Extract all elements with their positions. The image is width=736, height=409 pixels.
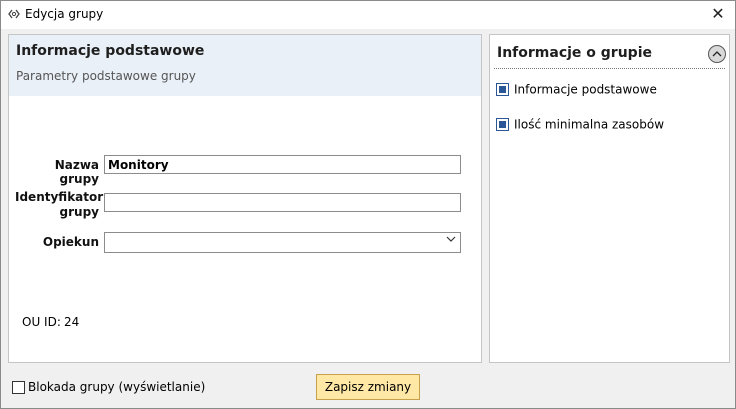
chevron-up-icon[interactable]: [708, 45, 726, 63]
chevron-down-icon[interactable]: [446, 234, 456, 247]
title-bar: Edycja grupy ✕: [1, 1, 735, 29]
footer-bar: Blokada grupy (wyświetlanie) Zapisz zmia…: [1, 369, 735, 408]
checkbox-icon[interactable]: [496, 118, 509, 131]
group-icon: [7, 7, 21, 21]
group-name-label: Nazwa grupy: [54, 158, 99, 186]
dialog-window: Edycja grupy ✕ Informacje podstawowe Par…: [0, 0, 736, 409]
group-name-input[interactable]: [104, 155, 461, 174]
nav-item-min-resources[interactable]: Ilość minimalna zasobów: [496, 117, 664, 132]
nav-item-label: Informacje podstawowe: [514, 82, 657, 97]
close-icon[interactable]: ✕: [707, 4, 729, 24]
group-identifier-input[interactable]: [104, 193, 461, 212]
group-info-title: Informacje o grupie: [497, 45, 652, 61]
basic-info-subtitle: Parametry podstawowe grupy: [16, 69, 196, 83]
group-info-panel: Informacje o grupie Informacje podstawow…: [489, 34, 730, 363]
block-group-checkbox[interactable]: [12, 381, 25, 394]
guardian-select[interactable]: [104, 232, 461, 253]
ou-id-label: OU ID:: [22, 315, 61, 329]
identifier-label-line2: grupy: [59, 205, 99, 219]
basic-info-header: Informacje podstawowe Parametry podstawo…: [9, 35, 481, 96]
save-button[interactable]: Zapisz zmiany: [316, 374, 420, 400]
guardian-label: Opiekun: [42, 235, 99, 249]
block-group-label[interactable]: Blokada grupy (wyświetlanie): [28, 380, 205, 394]
identifier-label-line1: Identyfikator: [15, 190, 104, 204]
basic-info-panel: Informacje podstawowe Parametry podstawo…: [8, 34, 482, 363]
ou-id-value: 24: [64, 315, 80, 329]
checkbox-icon[interactable]: [496, 83, 509, 96]
identifier-label: Identyfikator grupy: [15, 190, 103, 220]
window-title: Edycja grupy: [25, 7, 104, 21]
basic-info-title: Informacje podstawowe: [16, 43, 205, 59]
header-divider: [494, 68, 725, 69]
nav-item-basic-info[interactable]: Informacje podstawowe: [496, 82, 657, 97]
nav-item-label: Ilość minimalna zasobów: [514, 117, 665, 132]
